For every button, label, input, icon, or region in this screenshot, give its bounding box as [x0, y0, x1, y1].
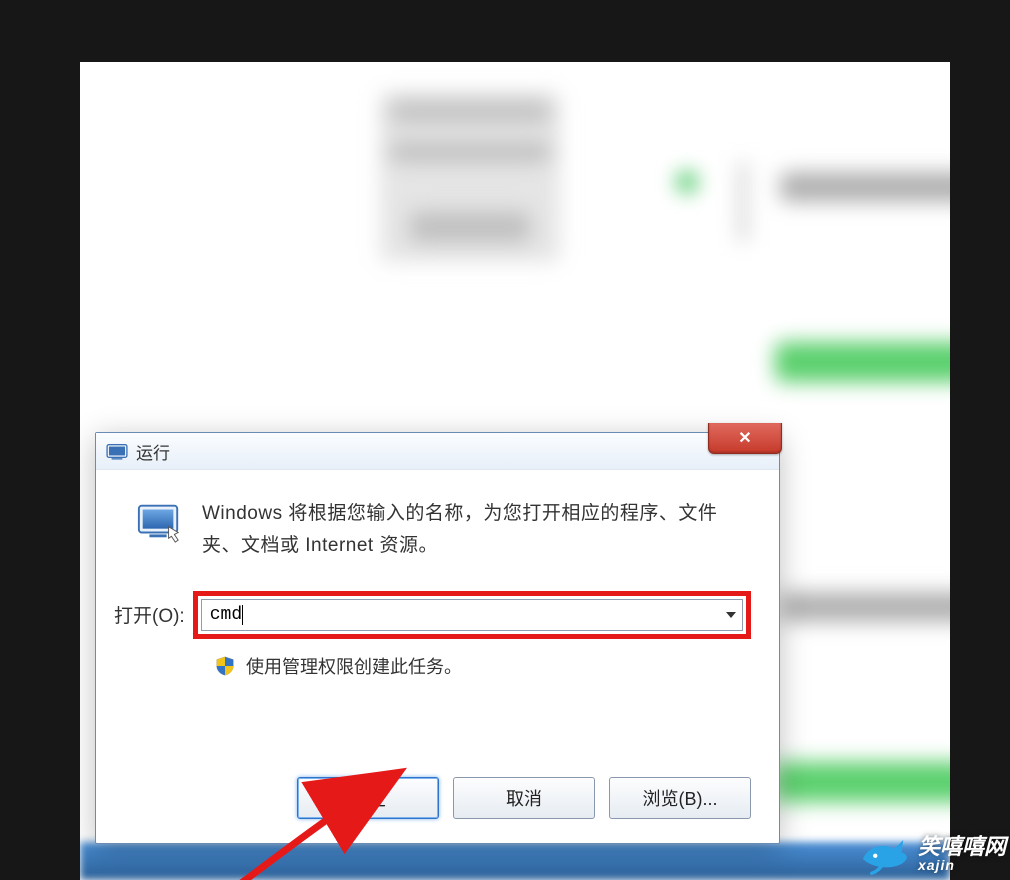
background-blur: [780, 172, 950, 202]
ok-button[interactable]: 确定: [297, 777, 439, 819]
open-label: 打开(O):: [114, 601, 185, 628]
chevron-down-icon[interactable]: [726, 612, 736, 618]
titlebar[interactable]: 运行 ✕: [96, 433, 779, 470]
background-blur: [390, 142, 550, 162]
run-dialog: 运行 ✕ Windows 将根据您输入的名称，为您打开相应的程序、文件夹、文档或…: [95, 432, 780, 844]
uac-shield-icon: [214, 655, 236, 677]
close-button[interactable]: ✕: [708, 423, 782, 454]
cancel-button[interactable]: 取消: [453, 777, 595, 819]
cancel-button-label: 取消: [506, 785, 542, 811]
shark-logo-icon: [856, 832, 912, 876]
background-blur: [740, 162, 746, 242]
taskbar-blur: [80, 842, 950, 880]
open-input-value: cmd: [210, 605, 242, 625]
run-dialog-icon: [136, 498, 182, 544]
close-icon: ✕: [738, 428, 751, 448]
background-blur: [775, 762, 950, 802]
browse-button-label: 浏览(B)...: [643, 785, 718, 811]
open-combobox[interactable]: cmd: [201, 599, 743, 631]
text-caret: [242, 605, 243, 625]
run-title-icon: [106, 442, 128, 460]
watermark: 笑嘻嘻网 xajin: [856, 832, 1006, 876]
background-blur: [775, 342, 950, 382]
browse-button[interactable]: 浏览(B)...: [609, 777, 751, 819]
watermark-url: xajin: [918, 858, 1006, 872]
background-blur: [677, 172, 697, 192]
background-blur: [390, 102, 550, 122]
highlight-rect: cmd: [193, 591, 751, 639]
dialog-title: 运行: [136, 439, 170, 464]
dialog-description: Windows 将根据您输入的名称，为您打开相应的程序、文件夹、文档或 Inte…: [202, 498, 749, 563]
ok-button-label: 确定: [350, 785, 386, 811]
admin-note: 使用管理权限创建此任务。: [246, 653, 462, 679]
background-blur: [410, 212, 530, 242]
screenshot-area: 运行 ✕ Windows 将根据您输入的名称，为您打开相应的程序、文件夹、文档或…: [80, 62, 950, 880]
background-blur: [780, 592, 950, 622]
watermark-brand: 笑嘻嘻网: [918, 834, 1006, 859]
dialog-button-row: 确定 取消 浏览(B)...: [297, 777, 751, 819]
